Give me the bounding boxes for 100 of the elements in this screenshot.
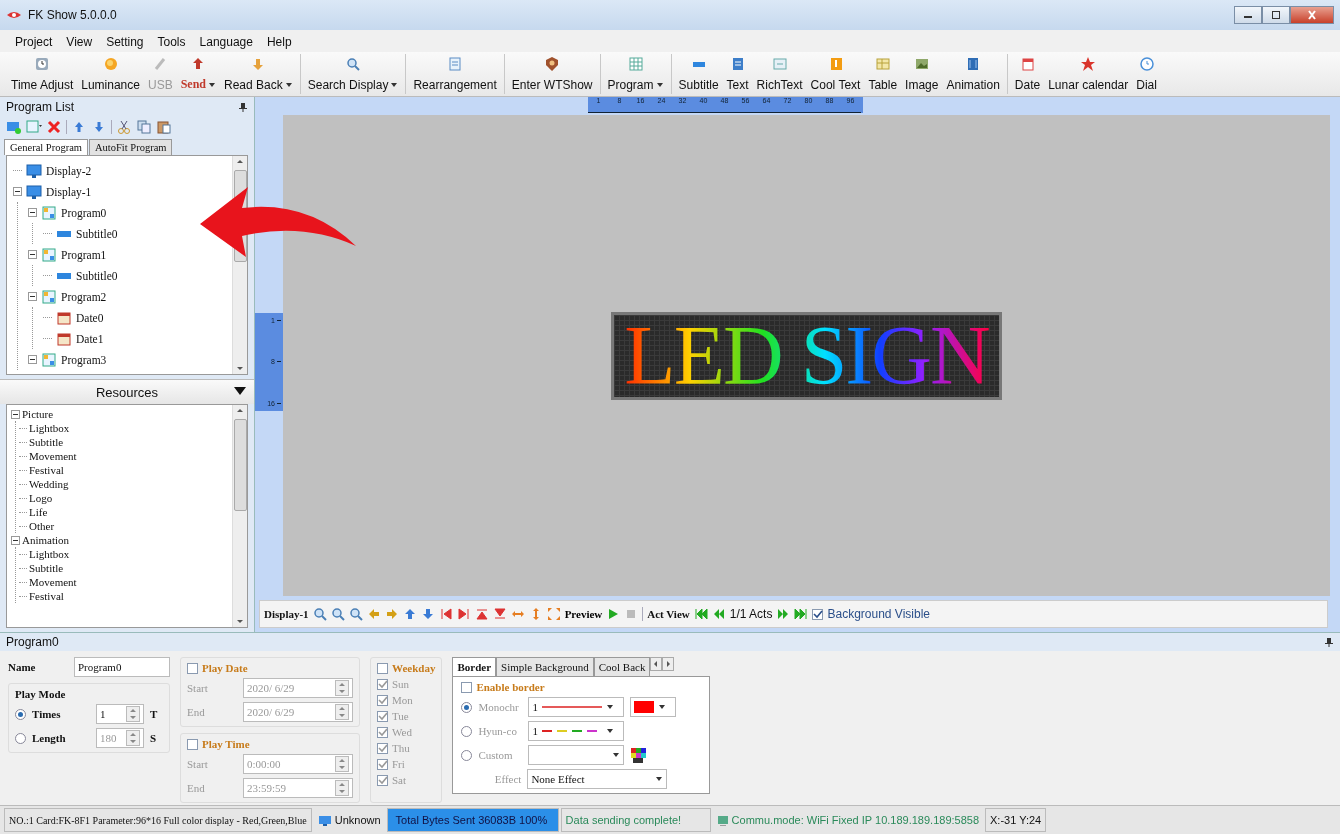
- checkbox[interactable]: [377, 774, 388, 786]
- line-style-dropdown[interactable]: 1: [528, 721, 625, 741]
- expand-icon[interactable]: [546, 607, 561, 621]
- tree-item[interactable]: Picture: [22, 408, 54, 420]
- toolbar-button[interactable]: Image: [901, 54, 943, 94]
- checkbox[interactable]: [377, 662, 388, 674]
- radio-button[interactable]: [15, 732, 26, 744]
- checkbox[interactable]: [377, 710, 388, 722]
- tree-item[interactable]: Lightbox: [29, 422, 70, 434]
- menu-item[interactable]: Help: [259, 34, 299, 50]
- pin-icon[interactable]: [238, 102, 248, 112]
- shield-icon[interactable]: [544, 56, 561, 72]
- zoom-icon[interactable]: [330, 607, 345, 621]
- palette-icon[interactable]: [630, 746, 648, 764]
- line-style-dropdown[interactable]: 1: [528, 697, 625, 717]
- color-dropdown[interactable]: [630, 697, 677, 717]
- toolbar-button[interactable]: Search Display: [303, 54, 403, 94]
- preview-button[interactable]: Preview: [564, 608, 603, 620]
- copy-icon[interactable]: [136, 119, 152, 135]
- checkbox[interactable]: [187, 738, 198, 750]
- calendar-icon[interactable]: [1019, 56, 1036, 72]
- tree-item[interactable]: Program3: [61, 353, 107, 366]
- grid-icon[interactable]: [26, 119, 42, 135]
- clock-icon[interactable]: [1138, 56, 1155, 72]
- checkbox[interactable]: [377, 678, 388, 690]
- tree-item[interactable]: Wedding: [29, 478, 69, 490]
- toolbar-button[interactable]: Animation: [942, 54, 1004, 94]
- effect-dropdown[interactable]: None Effect: [527, 769, 668, 789]
- tree-item[interactable]: Movement: [29, 576, 77, 588]
- radio-button[interactable]: [461, 701, 473, 713]
- collapse-toggle-icon[interactable]: [11, 409, 20, 419]
- collapse-toggle-icon[interactable]: [28, 208, 37, 217]
- up-arrow-icon[interactable]: [236, 158, 244, 164]
- align-bottom-icon[interactable]: [492, 607, 507, 621]
- radio-label[interactable]: Times: [32, 708, 90, 720]
- toolbar-button[interactable]: Read Back: [220, 54, 297, 94]
- menu-item[interactable]: Language: [192, 34, 260, 50]
- tab[interactable]: Simple Background: [496, 657, 594, 676]
- spinner-icon[interactable]: [335, 680, 349, 696]
- menu-item[interactable]: Tools: [150, 34, 193, 50]
- zoom-icon[interactable]: [312, 607, 327, 621]
- dropdown-triangle-icon[interactable]: [234, 387, 246, 395]
- menu-item[interactable]: Setting: [99, 34, 151, 50]
- collapse-toggle-icon[interactable]: [28, 355, 37, 364]
- tab-scroll-right-icon[interactable]: [662, 657, 675, 671]
- tree-item[interactable]: Date1: [76, 332, 104, 345]
- toolbar-button[interactable]: Table: [864, 54, 902, 94]
- down-arrow-icon[interactable]: [236, 619, 244, 625]
- tree-item[interactable]: Display-2: [46, 164, 92, 177]
- pin-icon[interactable]: [1324, 637, 1334, 647]
- tab[interactable]: AutoFit Program: [89, 139, 173, 155]
- checkbox[interactable]: [812, 608, 824, 620]
- collapse-toggle-icon[interactable]: [28, 292, 37, 301]
- toolbar-button[interactable]: RichText: [752, 54, 807, 94]
- toolbar-button[interactable]: Date: [1010, 54, 1045, 94]
- tree-item[interactable]: Other: [29, 520, 55, 532]
- maximize-button[interactable]: [1262, 6, 1290, 24]
- tree-item[interactable]: Lightbox: [29, 548, 70, 560]
- collapse-toggle-icon[interactable]: [28, 250, 37, 259]
- toolbar-button[interactable]: Cool Text: [806, 54, 865, 94]
- tree-item[interactable]: Program1: [61, 248, 107, 261]
- radio-button[interactable]: [461, 749, 473, 761]
- menu-item[interactable]: View: [59, 34, 100, 50]
- align-left-icon[interactable]: [438, 607, 453, 621]
- spinner-icon[interactable]: [335, 780, 349, 796]
- toolbar-button[interactable]: Text: [722, 54, 753, 94]
- toolbar-button[interactable]: Rearrangement: [409, 54, 501, 94]
- radio-label[interactable]: Length: [32, 732, 90, 744]
- down-arrow-icon[interactable]: [236, 366, 244, 372]
- radio-button[interactable]: [15, 708, 26, 720]
- tab-scroll-left-icon[interactable]: [650, 657, 663, 671]
- spinner-icon[interactable]: [335, 756, 349, 772]
- search-icon[interactable]: [345, 56, 362, 72]
- tree-item[interactable]: Program2: [61, 290, 107, 303]
- up-arrow-icon[interactable]: [236, 407, 244, 413]
- align-right-icon[interactable]: [456, 607, 471, 621]
- collapse-toggle-icon[interactable]: [13, 187, 22, 196]
- star-icon[interactable]: [1080, 56, 1097, 72]
- tree-item[interactable]: Movement: [29, 450, 77, 462]
- scissors-icon[interactable]: [116, 119, 132, 135]
- clock-icon[interactable]: [34, 56, 51, 72]
- right-arrow-icon[interactable]: [384, 607, 399, 621]
- tree-item[interactable]: Festival: [29, 590, 64, 602]
- picture-icon[interactable]: [913, 56, 930, 72]
- checkbox[interactable]: [377, 694, 388, 706]
- checkbox[interactable]: [187, 662, 198, 674]
- minimize-button[interactable]: [1234, 6, 1262, 24]
- toolbar-button[interactable]: Program: [603, 54, 668, 94]
- toolbar-button[interactable]: Luminance: [77, 54, 144, 94]
- close-button[interactable]: [1290, 6, 1334, 24]
- tree-item[interactable]: Date0: [76, 311, 104, 324]
- toolbar-button[interactable]: Time Adjust: [7, 54, 78, 94]
- checkbox[interactable]: [377, 726, 388, 738]
- spinner-icon[interactable]: [126, 730, 140, 746]
- menu-item[interactable]: Project: [8, 34, 60, 50]
- monitor-icon[interactable]: [6, 119, 22, 135]
- collapse-toggle-icon[interactable]: [11, 535, 20, 545]
- checkbox-label[interactable]: Background Visible: [827, 607, 930, 621]
- paste-icon[interactable]: [156, 119, 172, 135]
- spinner-icon[interactable]: [335, 704, 349, 720]
